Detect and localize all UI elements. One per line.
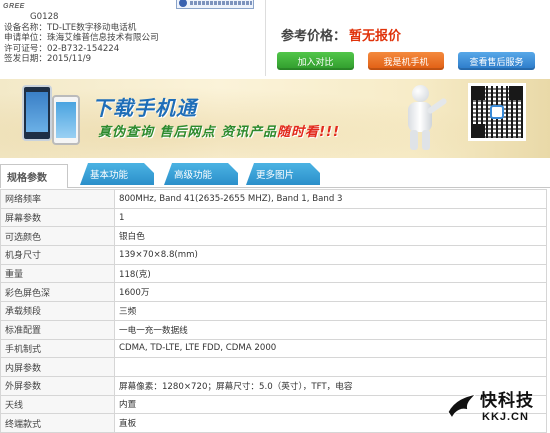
price-value: 暂无报价 <box>349 29 402 44</box>
license-value: 02-B732-154224 <box>46 43 120 54</box>
brand-logo: GREE <box>3 3 25 10</box>
model-number: G0128 <box>30 12 59 22</box>
tab-label: 更多图片 <box>256 170 295 181</box>
banner-subtitle-2: 售后网点 <box>159 125 216 140</box>
license-label: 许可证号： <box>4 43 47 54</box>
param-key: 标准配置 <box>0 319 115 340</box>
param-key: 天线 <box>0 394 115 415</box>
top-section: GREE G0128 设备名称：TD-LTE数字移动电话机 申请单位：珠海艾维普… <box>0 0 550 78</box>
add-to-compare-button[interactable]: 加入对比 <box>277 52 354 70</box>
issue-date-value: 2015/11/9 <box>46 54 92 65</box>
param-value: 屏幕像素：1280×720；屏幕尺寸：5.0（英寸），TFT，电容 <box>114 375 547 396</box>
table-row: 标准配置 一电一充一数据线 <box>0 319 547 340</box>
table-row: 承载频段 三频 <box>0 301 547 321</box>
param-value: 一电一充一数据线 <box>114 319 547 340</box>
table-row: 外屏参数 屏幕像素：1280×720；屏幕尺寸：5.0（英寸），TFT，电容 <box>0 375 547 396</box>
param-key: 可选颜色 <box>0 226 115 247</box>
table-row: 内屏参数 <box>0 357 547 377</box>
param-value: 银白色 <box>114 226 547 247</box>
certification-seal-icon <box>176 0 254 9</box>
banner-subtitle-3: 资讯产品 <box>221 125 278 140</box>
network-license-certificate: GREE G0128 设备名称：TD-LTE数字移动电话机 申请单位：珠海艾维普… <box>0 0 262 74</box>
tab-label: 基本功能 <box>90 170 129 181</box>
param-key: 手机制式 <box>0 338 115 359</box>
param-key: 承载频段 <box>0 301 115 321</box>
phone-image-icon <box>22 85 52 141</box>
banner-subtitle-1: 真伪查询 <box>98 125 155 140</box>
param-key: 重量 <box>0 263 115 284</box>
table-row: 屏幕参数 1 <box>0 207 547 228</box>
applicant-value: 珠海艾维普信息技术有限公司 <box>46 33 159 44</box>
table-row: 手机制式 CDMA, TD-LTE, LTE FDD, CDMA 2000 <box>0 338 547 359</box>
param-value <box>114 357 547 377</box>
price-label: 参考价格： <box>281 29 347 44</box>
table-row: 天线 内置 <box>0 394 547 415</box>
table-row: 终端款式 直板 <box>0 413 547 433</box>
price-box: 参考价格： 暂无报价 加入对比 我是机手机 查看售后服务 <box>275 22 541 72</box>
param-key: 内屏参数 <box>0 357 115 377</box>
qr-code-icon <box>468 83 526 141</box>
banner-title: 下载手机通 <box>92 96 197 120</box>
param-value: 118(克) <box>114 263 547 284</box>
view-after-sales-button[interactable]: 查看售后服务 <box>458 52 535 70</box>
table-row: 网络频率 800MHz, Band 41(2635-2655 MHZ), Band… <box>0 189 547 209</box>
param-key: 彩色屏色深 <box>0 282 115 303</box>
license-row: 许可证号：02-B732-154224 <box>4 44 159 55</box>
spec-table: 网络频率 800MHz, Band 41(2635-2655 MHZ), Band… <box>0 189 547 433</box>
tab-advanced-functions[interactable]: 高级功能 <box>164 163 238 185</box>
param-value: 800MHz, Band 41(2635-2655 MHZ), Band 1, … <box>114 189 547 209</box>
applicant-row: 申请单位：珠海艾维普信息技术有限公司 <box>4 33 159 44</box>
param-value: 139×70×8.8(mm) <box>114 245 547 265</box>
spec-tabs: 规格参数 基本功能 高级功能 更多图片 <box>0 160 550 188</box>
device-name-label: 设备名称： <box>4 22 47 33</box>
param-value: 1 <box>114 207 547 228</box>
param-key: 网络频率 <box>0 189 115 209</box>
issue-date-row: 签发日期：2015/11/9 <box>4 54 159 65</box>
banner-subtitle-highlight: 随时看!!! <box>277 125 340 140</box>
param-key: 外屏参数 <box>0 375 115 396</box>
issue-date-label: 签发日期： <box>4 54 47 65</box>
mascot-figure-icon <box>394 85 448 151</box>
table-row: 机身尺寸 139×70×8.8(mm) <box>0 245 547 265</box>
param-key: 机身尺寸 <box>0 245 115 265</box>
param-key: 屏幕参数 <box>0 207 115 228</box>
table-row: 可选颜色 银白色 <box>0 226 547 247</box>
i-own-this-phone-button[interactable]: 我是机手机 <box>368 52 444 70</box>
device-name-row: 设备名称：TD-LTE数字移动电话机 <box>4 23 159 34</box>
param-value: 1600万 <box>114 282 547 303</box>
tab-basic-functions[interactable]: 基本功能 <box>80 163 154 185</box>
divider <box>265 0 266 76</box>
app-download-banner[interactable]: 下载手机通 真伪查询 售后网点 资讯产品随时看!!! <box>0 79 550 158</box>
tab-more-images[interactable]: 更多图片 <box>246 163 320 185</box>
table-row: 彩色屏色深 1600万 <box>0 282 547 303</box>
tab-specifications[interactable]: 规格参数 <box>0 164 68 188</box>
param-value: 直板 <box>114 413 547 433</box>
banner-subtitle: 真伪查询 售后网点 资讯产品随时看!!! <box>98 121 340 140</box>
param-value: CDMA, TD-LTE, LTE FDD, CDMA 2000 <box>114 338 547 359</box>
applicant-label: 申请单位： <box>4 33 47 44</box>
table-row: 重量 118(克) <box>0 263 547 284</box>
tab-label: 高级功能 <box>174 170 213 181</box>
phone-image-icon <box>52 95 80 145</box>
param-value: 三频 <box>114 301 547 321</box>
device-name-value: TD-LTE数字移动电话机 <box>46 22 137 33</box>
param-value: 内置 <box>114 394 547 415</box>
param-key: 终端款式 <box>0 413 115 433</box>
